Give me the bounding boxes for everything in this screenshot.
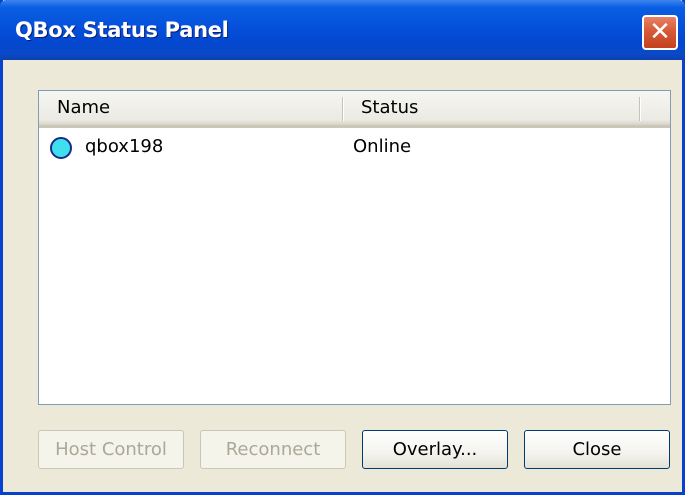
qbox-status: Online: [353, 136, 412, 157]
close-icon: ✕: [649, 17, 671, 47]
window-title: QBox Status Panel: [15, 18, 229, 42]
column-header-status[interactable]: Status: [361, 91, 418, 125]
title-bar[interactable]: QBox Status Panel ✕: [0, 0, 685, 60]
list-header: Name Status: [39, 91, 670, 128]
column-divider[interactable]: [639, 97, 641, 121]
list-item[interactable]: qbox198 Online: [39, 133, 670, 161]
column-divider[interactable]: [342, 97, 344, 121]
window-close-button[interactable]: ✕: [642, 15, 678, 50]
circle-icon: [50, 137, 72, 159]
reconnect-button[interactable]: Reconnect: [200, 430, 346, 469]
overlay-button[interactable]: Overlay...: [362, 430, 508, 469]
qbox-list[interactable]: Name Status qbox198 Online: [38, 90, 671, 405]
qbox-status-window: QBox Status Panel ✕ Name Status qbox198 …: [0, 0, 685, 495]
column-header-name[interactable]: Name: [57, 91, 110, 125]
close-button[interactable]: Close: [524, 430, 670, 469]
qbox-name: qbox198: [85, 136, 164, 157]
host-control-button[interactable]: Host Control: [38, 430, 184, 469]
